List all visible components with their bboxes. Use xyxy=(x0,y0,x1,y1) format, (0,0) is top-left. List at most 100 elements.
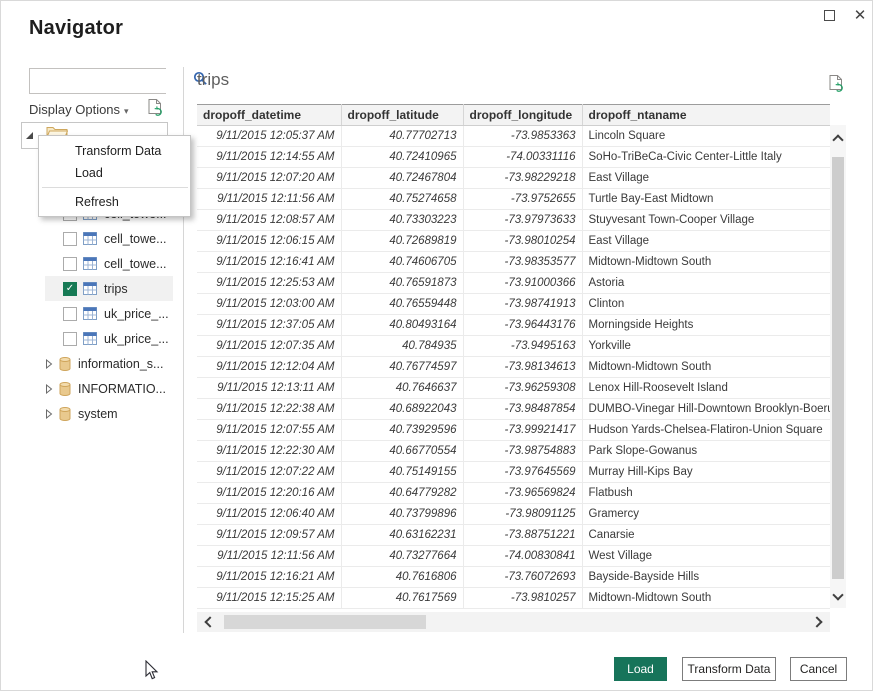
cell: 40.80493164 xyxy=(341,315,463,336)
cell: -73.98229218 xyxy=(463,168,582,189)
close-icon: ✕ xyxy=(854,6,867,24)
cell: 40.66770554 xyxy=(341,441,463,462)
table-row: 9/11/2015 12:07:35 AM40.784935-73.949516… xyxy=(197,336,830,357)
tree-item-label: cell_towe... xyxy=(104,232,167,246)
horizontal-scrollbar-thumb[interactable] xyxy=(224,615,426,629)
scroll-right-button[interactable] xyxy=(808,612,826,632)
table-row: 9/11/2015 12:16:21 AM40.7616806-73.76072… xyxy=(197,567,830,588)
cell: 9/11/2015 12:16:21 AM xyxy=(197,567,341,588)
cell: -73.98353577 xyxy=(463,252,582,273)
cell: 40.64779282 xyxy=(341,483,463,504)
cell: Murray Hill-Kips Bay xyxy=(582,462,830,483)
tree-item-trips[interactable]: ✓trips xyxy=(45,276,173,301)
cell: Midtown-Midtown South xyxy=(582,588,830,609)
navigator-dialog: Navigator ✕ Display Options▾ cell_towe..… xyxy=(0,0,873,691)
cell: 9/11/2015 12:06:15 AM xyxy=(197,231,341,252)
cell: -73.98134613 xyxy=(463,357,582,378)
tree-item-label: uk_price_... xyxy=(104,307,169,321)
cell: 9/11/2015 12:14:55 AM xyxy=(197,147,341,168)
tree-item-informatio[interactable]: INFORMATIO... xyxy=(45,376,173,401)
chevron-up-icon xyxy=(832,134,843,145)
cell: -73.76072693 xyxy=(463,567,582,588)
tree-item-cell-towe[interactable]: cell_towe... xyxy=(45,226,173,251)
cell: 9/11/2015 12:07:55 AM xyxy=(197,420,341,441)
cell: -73.98487854 xyxy=(463,399,582,420)
cell: 9/11/2015 12:03:00 AM xyxy=(197,294,341,315)
cell: -73.98010254 xyxy=(463,231,582,252)
cell: 40.75149155 xyxy=(341,462,463,483)
checkbox-unchecked[interactable] xyxy=(63,232,77,246)
tree-item-cell-towe[interactable]: cell_towe... xyxy=(45,251,173,276)
cell: 40.77702713 xyxy=(341,126,463,147)
checkbox-unchecked[interactable] xyxy=(63,257,77,271)
cell: 9/11/2015 12:07:20 AM xyxy=(197,168,341,189)
display-options-label: Display Options xyxy=(29,102,120,117)
cell: 40.73799896 xyxy=(341,504,463,525)
column-header-dropoff_longitude: dropoff_longitude xyxy=(463,105,582,126)
checkbox-checked[interactable]: ✓ xyxy=(63,282,77,296)
transform-data-button[interactable]: Transform Data xyxy=(682,657,776,681)
scroll-up-button[interactable] xyxy=(830,131,846,149)
expand-arrow-icon[interactable] xyxy=(45,359,55,369)
search-box xyxy=(29,68,166,94)
maximize-button[interactable] xyxy=(819,5,839,25)
load-button[interactable]: Load xyxy=(614,657,667,681)
cell: 40.74606705 xyxy=(341,252,463,273)
cell: 40.73277664 xyxy=(341,546,463,567)
cell: 9/11/2015 12:11:56 AM xyxy=(197,189,341,210)
menu-separator xyxy=(42,187,188,188)
menu-item-load[interactable]: Load xyxy=(39,162,190,184)
cell: -73.97973633 xyxy=(463,210,582,231)
cancel-button[interactable]: Cancel xyxy=(790,657,847,681)
cell: West Village xyxy=(582,546,830,567)
preview-table-body: 9/11/2015 12:05:37 AM40.77702713-73.9853… xyxy=(197,126,830,609)
expand-arrow-icon[interactable] xyxy=(45,384,55,394)
cell: Yorkville xyxy=(582,336,830,357)
tree-item-system[interactable]: system xyxy=(45,401,173,426)
cell: 9/11/2015 12:05:37 AM xyxy=(197,126,341,147)
table-row: 9/11/2015 12:05:37 AM40.77702713-73.9853… xyxy=(197,126,830,147)
tree-item-information-s[interactable]: information_s... xyxy=(45,351,173,376)
vertical-scrollbar-thumb[interactable] xyxy=(832,157,844,579)
close-button[interactable]: ✕ xyxy=(850,5,870,25)
table-icon xyxy=(83,232,97,245)
cell: DUMBO-Vinegar Hill-Downtown Brooklyn-Boe… xyxy=(582,399,830,420)
display-options-dropdown[interactable]: Display Options ▾ xyxy=(29,102,129,117)
menu-item-refresh[interactable]: Refresh xyxy=(39,191,190,213)
horizontal-scrollbar[interactable] xyxy=(197,612,830,632)
tree-expanded-icon xyxy=(25,127,34,145)
checkbox-unchecked[interactable] xyxy=(63,332,77,346)
cell: -73.97645569 xyxy=(463,462,582,483)
cell: -74.00830841 xyxy=(463,546,582,567)
scroll-down-button[interactable] xyxy=(830,586,846,604)
context-menu: Transform DataLoad Refresh xyxy=(38,135,191,217)
tree-item-uk-price[interactable]: uk_price_... xyxy=(45,326,173,351)
search-input[interactable] xyxy=(30,69,193,93)
cell: 40.68922043 xyxy=(341,399,463,420)
cell: -73.96259308 xyxy=(463,378,582,399)
checkbox-unchecked[interactable] xyxy=(63,307,77,321)
chevron-down-icon: ▾ xyxy=(124,106,129,116)
cell: Midtown-Midtown South xyxy=(582,252,830,273)
chevron-left-icon xyxy=(204,616,215,627)
cell: 40.784935 xyxy=(341,336,463,357)
refresh-preview-icon[interactable] xyxy=(147,98,165,118)
tree-item-uk-price[interactable]: uk_price_... xyxy=(45,301,173,326)
column-header-dropoff_ntaname: dropoff_ntaname xyxy=(582,105,830,126)
cell: -73.9853363 xyxy=(463,126,582,147)
cell: -73.9495163 xyxy=(463,336,582,357)
cell: 40.72689819 xyxy=(341,231,463,252)
menu-item-transform-data[interactable]: Transform Data xyxy=(39,140,190,162)
cell: Gramercy xyxy=(582,504,830,525)
database-icon xyxy=(59,382,71,396)
tree-item-label: INFORMATIO... xyxy=(78,382,166,396)
tree-item-label: cell_towe... xyxy=(104,257,167,271)
scroll-left-button[interactable] xyxy=(201,612,219,632)
table-row: 9/11/2015 12:08:57 AM40.73303223-73.9797… xyxy=(197,210,830,231)
table-row: 9/11/2015 12:22:30 AM40.66770554-73.9875… xyxy=(197,441,830,462)
mouse-cursor xyxy=(145,660,159,686)
table-row: 9/11/2015 12:06:15 AM40.72689819-73.9801… xyxy=(197,231,830,252)
vertical-scrollbar[interactable] xyxy=(830,125,846,608)
expand-arrow-icon[interactable] xyxy=(45,409,55,419)
refresh-preview-icon[interactable] xyxy=(828,74,846,94)
